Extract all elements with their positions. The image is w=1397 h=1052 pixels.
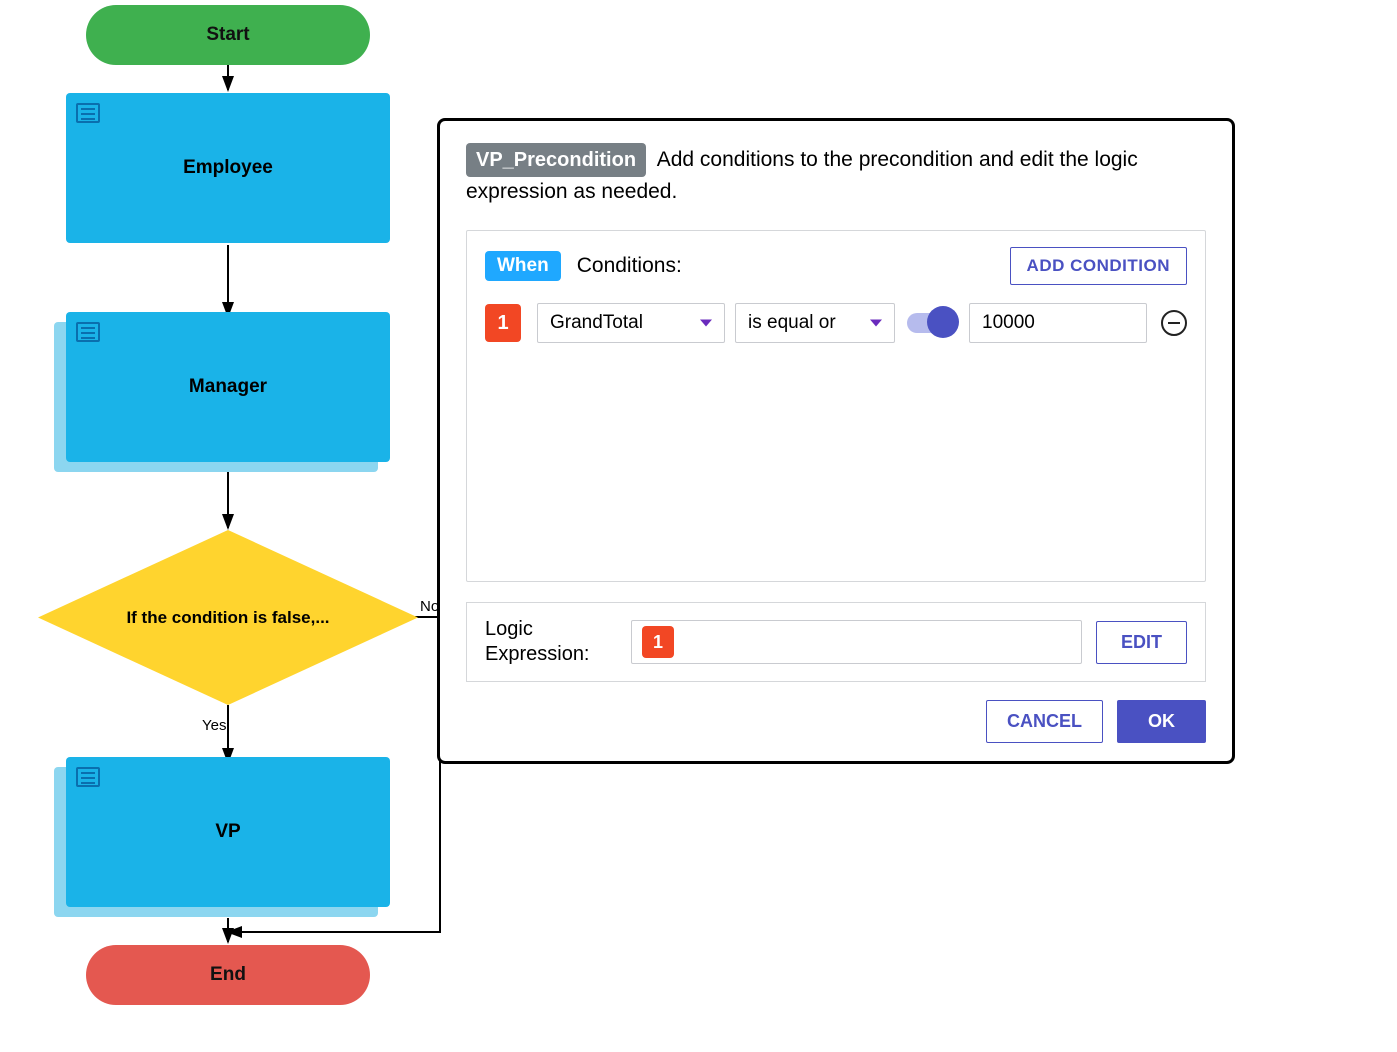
condition-operator-select[interactable]: is equal or (735, 303, 895, 343)
dialog-title-badge: VP_Precondition (466, 143, 646, 177)
vp-task-node[interactable]: VP (66, 757, 390, 907)
form-icon (76, 322, 100, 342)
logic-token-badge: 1 (642, 626, 674, 658)
form-icon (76, 767, 100, 787)
when-badge: When (485, 251, 561, 281)
manager-task-node[interactable]: Manager (66, 312, 390, 462)
dialog-header: VP_Precondition Add conditions to the pr… (466, 143, 1206, 206)
end-node[interactable]: End (86, 945, 370, 1005)
logic-expression-label: Logic Expression: (485, 617, 617, 667)
form-icon (76, 103, 100, 123)
chevron-down-icon (700, 320, 712, 327)
employee-label: Employee (183, 157, 273, 179)
logic-expression-panel: Logic Expression: 1 EDIT (466, 602, 1206, 682)
logic-expression-box: 1 (631, 620, 1082, 664)
condition-value-input[interactable] (969, 303, 1147, 343)
workflow-diagram: Start Employee Manager If the condition … (0, 0, 450, 1052)
conditions-label: Conditions: (577, 254, 682, 278)
employee-task-node[interactable]: Employee (66, 93, 390, 243)
precondition-dialog: VP_Precondition Add conditions to the pr… (437, 118, 1235, 764)
condition-field-value: GrandTotal (550, 312, 643, 334)
decision-node[interactable]: If the condition is false,... (38, 530, 418, 705)
manager-label: Manager (189, 376, 267, 398)
dialog-footer: CANCEL OK (466, 700, 1206, 743)
decision-text: If the condition is false,... (126, 608, 329, 628)
edit-logic-button[interactable]: EDIT (1096, 621, 1187, 664)
ok-button[interactable]: OK (1117, 700, 1206, 743)
condition-list: 1 GrandTotal is equal or (485, 303, 1187, 563)
condition-toggle[interactable] (907, 313, 955, 333)
chevron-down-icon (870, 320, 882, 327)
toggle-knob (927, 306, 959, 338)
vp-label: VP (215, 821, 240, 843)
conditions-panel: When Conditions: ADD CONDITION 1 GrandTo… (466, 230, 1206, 582)
end-label: End (210, 964, 246, 986)
add-condition-button[interactable]: ADD CONDITION (1010, 247, 1187, 285)
condition-operator-value: is equal or (748, 312, 836, 334)
start-node[interactable]: Start (86, 5, 370, 65)
condition-field-select[interactable]: GrandTotal (537, 303, 725, 343)
remove-condition-button[interactable] (1161, 310, 1187, 336)
start-label: Start (206, 24, 249, 46)
condition-row: 1 GrandTotal is equal or (485, 303, 1187, 343)
decision-yes-label: Yes (202, 717, 226, 734)
cancel-button[interactable]: CANCEL (986, 700, 1103, 743)
condition-index-badge: 1 (485, 304, 521, 342)
